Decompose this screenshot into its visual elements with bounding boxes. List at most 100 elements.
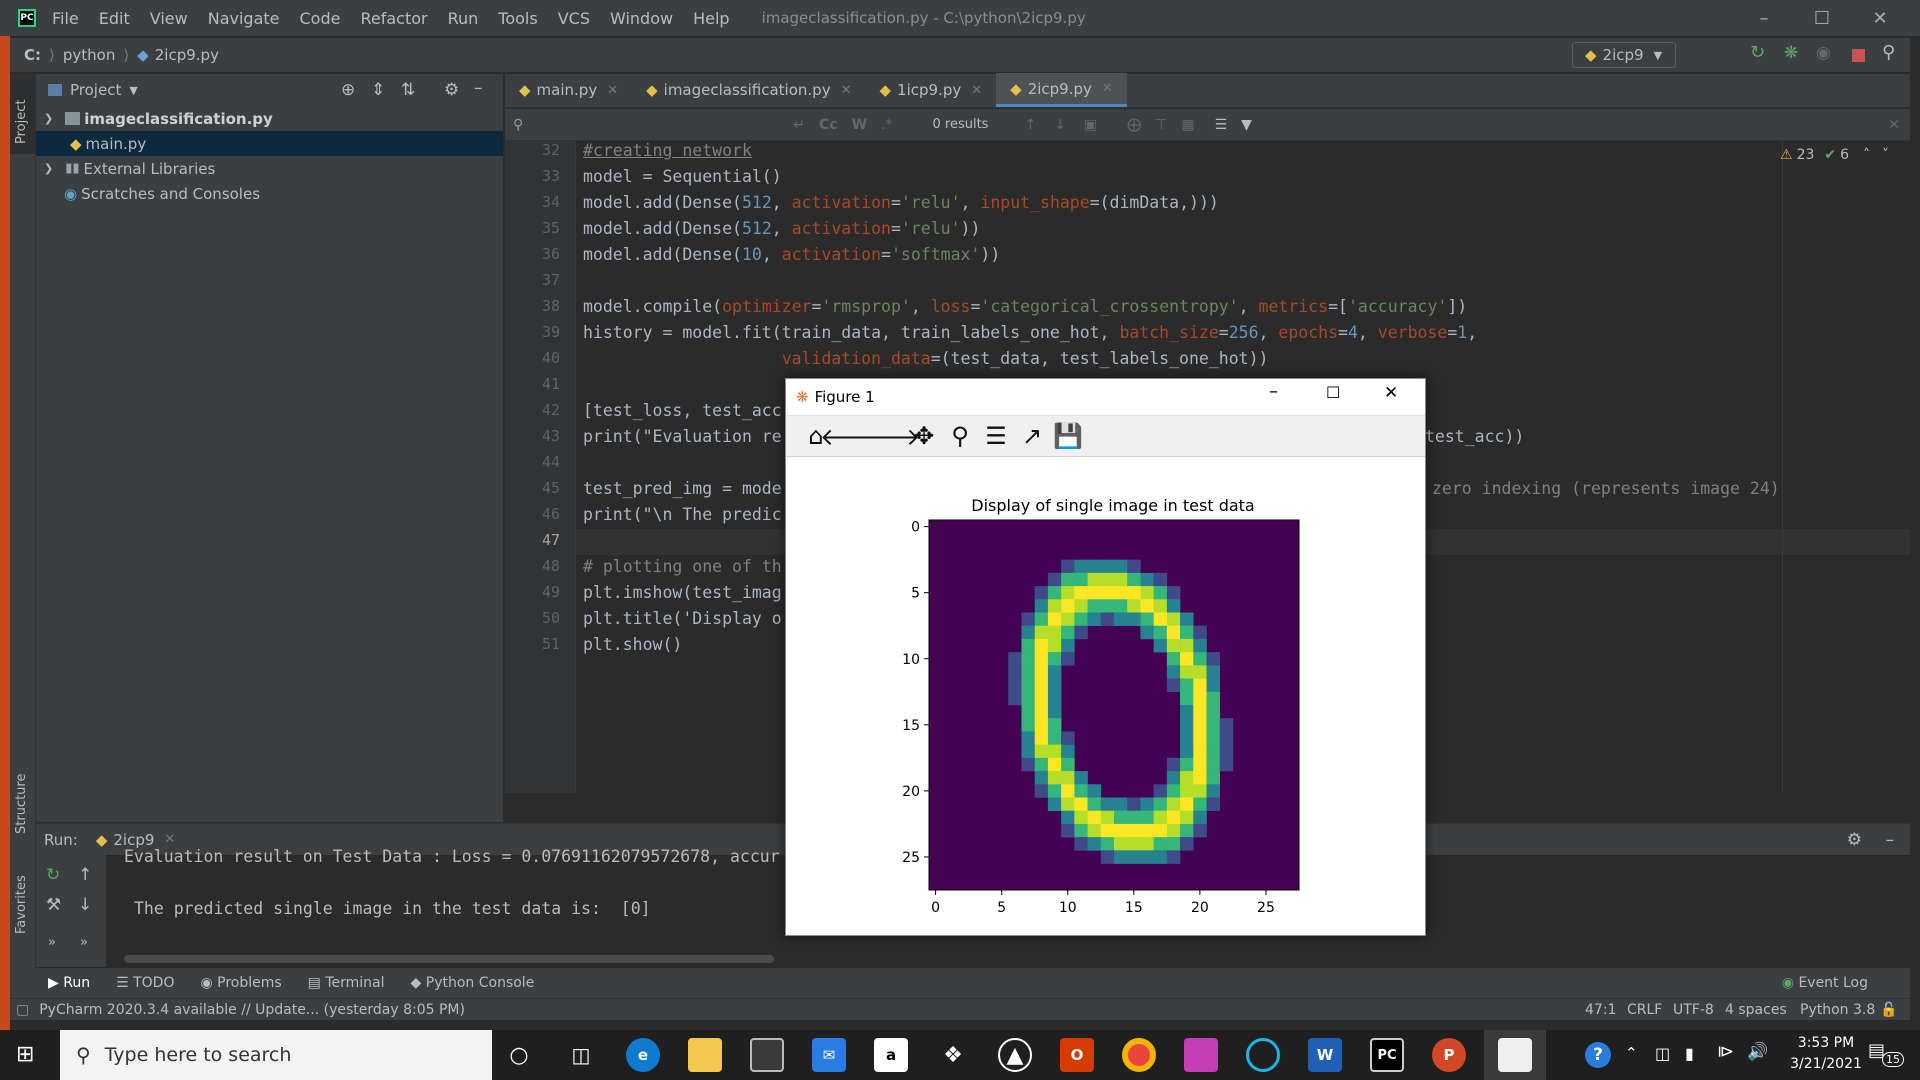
close-tab-icon[interactable]: ✕ [164, 832, 175, 847]
chevron-right-icon[interactable]: ❯ [44, 162, 53, 175]
dropbox-icon[interactable]: ❖ [936, 1038, 970, 1072]
mail-icon[interactable]: ✉ [812, 1038, 846, 1072]
battery-icon[interactable]: ▮ [1685, 1044, 1694, 1063]
breadcrumb-file[interactable]: 2icp9.py [155, 46, 219, 64]
tool-tab-python-console[interactable]: ◆ Python Console [411, 975, 535, 991]
gear-icon[interactable]: ⚙ [444, 80, 459, 100]
tool-tab-todo[interactable]: ☰ TODO [116, 975, 174, 991]
tab-1icp9-py[interactable]: ◆ 1icp9.py ✕ [865, 73, 996, 107]
structure-tool-tab[interactable]: Structure [14, 774, 29, 834]
document-icon[interactable] [1498, 1038, 1532, 1072]
collapse-all-icon[interactable]: ⇅ [401, 80, 415, 100]
menu-window[interactable]: Window [610, 9, 673, 28]
weak-warnings-count[interactable]: 6 [1840, 147, 1849, 163]
close-find-icon[interactable]: ✕ [1888, 117, 1900, 133]
expand-all-icon[interactable]: ⇕ [371, 80, 385, 100]
maximize-button[interactable]: ☐ [1793, 0, 1851, 36]
file-explorer-icon[interactable] [688, 1038, 722, 1072]
app-icon[interactable]: ▲ [998, 1038, 1032, 1072]
remove-selection-icon[interactable]: ⊤ [1155, 117, 1167, 133]
pycharm-community-icon[interactable] [1184, 1038, 1218, 1072]
word-icon[interactable]: W [1308, 1038, 1342, 1072]
event-log-tab[interactable]: ◉ Event Log [1782, 975, 1868, 991]
run-configuration-dropdown[interactable]: ◆ 2icp9 ▼ [1572, 42, 1676, 68]
help-icon[interactable]: ? [1585, 1042, 1611, 1068]
hide-panel-icon[interactable]: – [1886, 830, 1895, 850]
filter-icon[interactable]: ▼ [1241, 117, 1252, 133]
taskbar-search-box[interactable]: ⚲ Type here to search [60, 1030, 492, 1080]
filter-options-icon[interactable]: ☰ [1215, 117, 1228, 133]
close-tab-icon[interactable]: ✕ [971, 83, 982, 98]
lock-icon[interactable]: 🔓 [1880, 1002, 1897, 1018]
chevron-down-icon[interactable]: ▼ [129, 84, 137, 97]
tab-main-py[interactable]: ◆ main.py ✕ [505, 73, 632, 107]
tool-tab-terminal[interactable]: ▤ Terminal [308, 975, 385, 991]
breadcrumb-drive[interactable]: C: [24, 46, 41, 64]
coverage-icon[interactable]: ◉ [1816, 43, 1834, 63]
menu-refactor[interactable]: Refactor [360, 9, 427, 28]
powerpoint-icon[interactable]: P [1432, 1038, 1466, 1072]
tool-tab-run[interactable]: ▶ Run [48, 975, 90, 991]
close-tab-icon[interactable]: ✕ [1102, 81, 1113, 96]
debug-icon[interactable]: ❋ [1784, 43, 1802, 63]
locate-icon[interactable]: ⊕ [341, 80, 355, 100]
close-tab-icon[interactable]: ✕ [607, 83, 618, 98]
project-panel-title[interactable]: Project [70, 81, 121, 99]
regex-toggle[interactable]: .* [881, 117, 892, 133]
store-icon[interactable] [750, 1038, 784, 1072]
rerun-icon[interactable]: ↻ [46, 865, 60, 885]
match-case-toggle[interactable]: Cc [819, 117, 838, 133]
pan-icon[interactable]: ✥ [906, 420, 942, 452]
menu-edit[interactable]: Edit [99, 9, 130, 28]
close-button[interactable]: ✕ [1851, 0, 1909, 36]
indent-setting[interactable]: 4 spaces [1725, 1002, 1787, 1018]
menu-help[interactable]: Help [693, 9, 729, 28]
search-everywhere-icon[interactable]: ⚲ [1882, 42, 1900, 63]
favorites-tool-tab[interactable]: Favorites [14, 875, 29, 934]
tree-item-imageclassification[interactable]: ❯ imageclassification.py [36, 106, 503, 131]
tool-tab-problems[interactable]: ◉ Problems [200, 975, 281, 991]
project-tool-tab[interactable]: Project [14, 100, 29, 144]
breadcrumb-folder[interactable]: python [63, 46, 115, 64]
notification-center-icon[interactable]: ▤ 15 [1868, 1040, 1904, 1070]
select-all-occurrences-icon[interactable]: ▣ [1084, 117, 1097, 133]
minimize-button[interactable]: – [1735, 0, 1793, 36]
wrench-icon[interactable]: ⚒ [46, 895, 61, 915]
line-separator[interactable]: CRLF [1627, 1002, 1662, 1018]
status-message[interactable]: PyCharm 2020.3.4 available // Update... … [39, 1002, 465, 1018]
arrow-up-icon[interactable]: ↑ [78, 865, 92, 885]
windows-start-icon[interactable]: ⊞ [16, 1042, 34, 1067]
horizontal-scrollbar[interactable] [124, 955, 774, 963]
gear-icon[interactable]: ⚙ [1847, 830, 1862, 850]
newline-icon[interactable]: ↵ [793, 117, 805, 133]
volume-icon[interactable]: 🔊 [1747, 1042, 1768, 1062]
tree-item-scratches[interactable]: ◉ Scratches and Consoles [36, 181, 503, 206]
task-view-icon[interactable]: ◫ [564, 1038, 598, 1072]
hide-panel-icon[interactable]: – [474, 78, 483, 98]
find-input[interactable] [523, 113, 793, 137]
stop-icon[interactable] [1852, 49, 1865, 62]
tab-2icp9-py[interactable]: ◆ 2icp9.py ✕ [996, 73, 1127, 107]
chevron-up-icon[interactable]: ⌃ [1625, 1044, 1638, 1062]
arrow-down-icon[interactable]: ↓ [1054, 117, 1066, 133]
close-tab-icon[interactable]: ✕ [841, 83, 852, 98]
display-icon[interactable]: ◫ [1655, 1044, 1670, 1063]
minimize-button[interactable]: – [1269, 381, 1278, 402]
chevron-up-icon[interactable]: ˄ [1863, 147, 1870, 163]
clock[interactable]: 3:53 PM 3/21/2021 [1778, 1033, 1874, 1075]
forward-arrow-icon[interactable]: 🡒 [856, 420, 920, 452]
arrow-up-icon[interactable]: ↑ [1024, 117, 1036, 133]
file-encoding[interactable]: UTF-8 [1673, 1002, 1714, 1018]
menu-code[interactable]: Code [300, 9, 341, 28]
maximize-button[interactable]: ☐ [1326, 383, 1340, 402]
whole-words-toggle[interactable]: W [852, 117, 867, 133]
subplots-icon[interactable]: ☰ [978, 420, 1014, 452]
warnings-count[interactable]: 23 [1797, 147, 1815, 163]
tab-imageclassification-py[interactable]: ◆ imageclassification.py ✕ [632, 73, 865, 107]
more-icon[interactable]: » [48, 935, 56, 950]
arrow-down-icon[interactable]: ↓ [78, 895, 92, 915]
pycharm-icon[interactable]: PC [1370, 1038, 1404, 1072]
python-interpreter[interactable]: Python 3.8 [1800, 1002, 1875, 1018]
chrome-icon[interactable] [1122, 1038, 1156, 1072]
run-tab-2icp9[interactable]: 2icp9 [113, 831, 154, 849]
